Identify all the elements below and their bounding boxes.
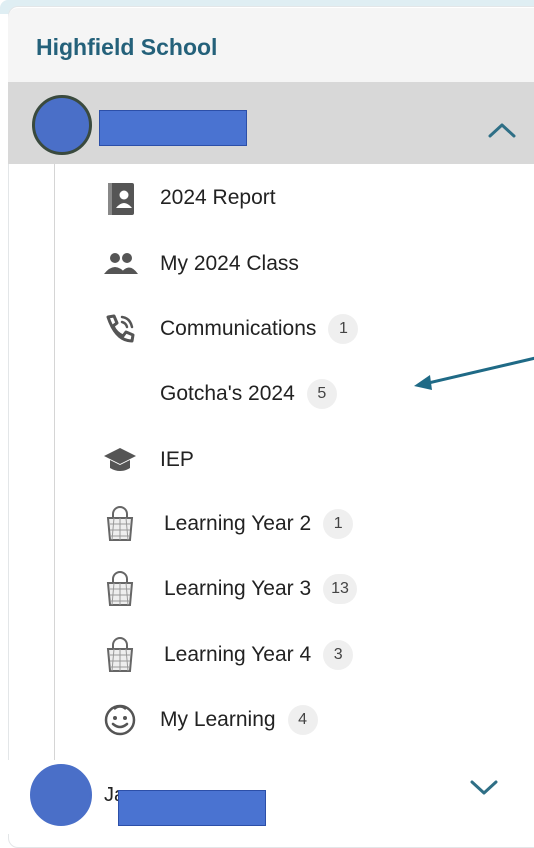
nav-item-communications[interactable]: Communications 1 (100, 309, 500, 349)
people-icon (100, 244, 140, 284)
count-badge: 1 (328, 314, 359, 344)
phone-icon (100, 309, 140, 349)
nav-item-learning-year-3[interactable]: Learning Year 3 13 (100, 569, 500, 609)
nav-label: Communications (160, 317, 317, 340)
redacted-second-user-name (118, 790, 266, 826)
nav-label: Gotcha's 2024 (160, 382, 295, 405)
report-book-icon (100, 178, 140, 218)
count-badge: 5 (306, 379, 337, 409)
nav-item-my-2024-class[interactable]: My 2024 Class (100, 244, 500, 284)
smiley-icon (100, 700, 140, 740)
lock-basket-icon (100, 569, 140, 609)
nav-item-learning-year-2[interactable]: Learning Year 2 1 (100, 504, 500, 544)
expand-chevron-down-icon[interactable] (464, 768, 504, 808)
tree-line (54, 164, 55, 760)
nav-label: Learning Year 2 (164, 512, 312, 535)
nav-label: Learning Year 4 (164, 643, 312, 666)
lock-basket-icon (100, 635, 140, 675)
nav-item-iep[interactable]: IEP (100, 440, 500, 480)
count-badge: 3 (323, 640, 354, 670)
count-badge: 4 (287, 705, 318, 735)
blank-icon (100, 374, 140, 414)
school-name: Highfield School (36, 34, 218, 60)
user-avatar (32, 95, 92, 155)
nav-label: Learning Year 3 (164, 577, 312, 600)
annotation-arrow (414, 356, 534, 390)
nav-label: IEP (160, 448, 194, 471)
lock-basket-icon (100, 504, 140, 544)
second-user-avatar (30, 764, 92, 826)
nav-item-learning-year-4[interactable]: Learning Year 4 3 (100, 635, 500, 675)
count-badge: 1 (323, 509, 354, 539)
nav-item-my-learning[interactable]: My Learning 4 (100, 700, 500, 740)
redacted-user-name (99, 110, 247, 146)
graduation-cap-icon (100, 440, 140, 480)
count-badge: 13 (323, 574, 357, 604)
collapse-chevron-up-icon[interactable] (482, 110, 522, 150)
nav-label: 2024 Report (160, 186, 276, 209)
nav-label: My 2024 Class (160, 252, 299, 275)
nav-label: My Learning (160, 708, 276, 731)
nav-item-2024-report[interactable]: 2024 Report (100, 178, 500, 218)
